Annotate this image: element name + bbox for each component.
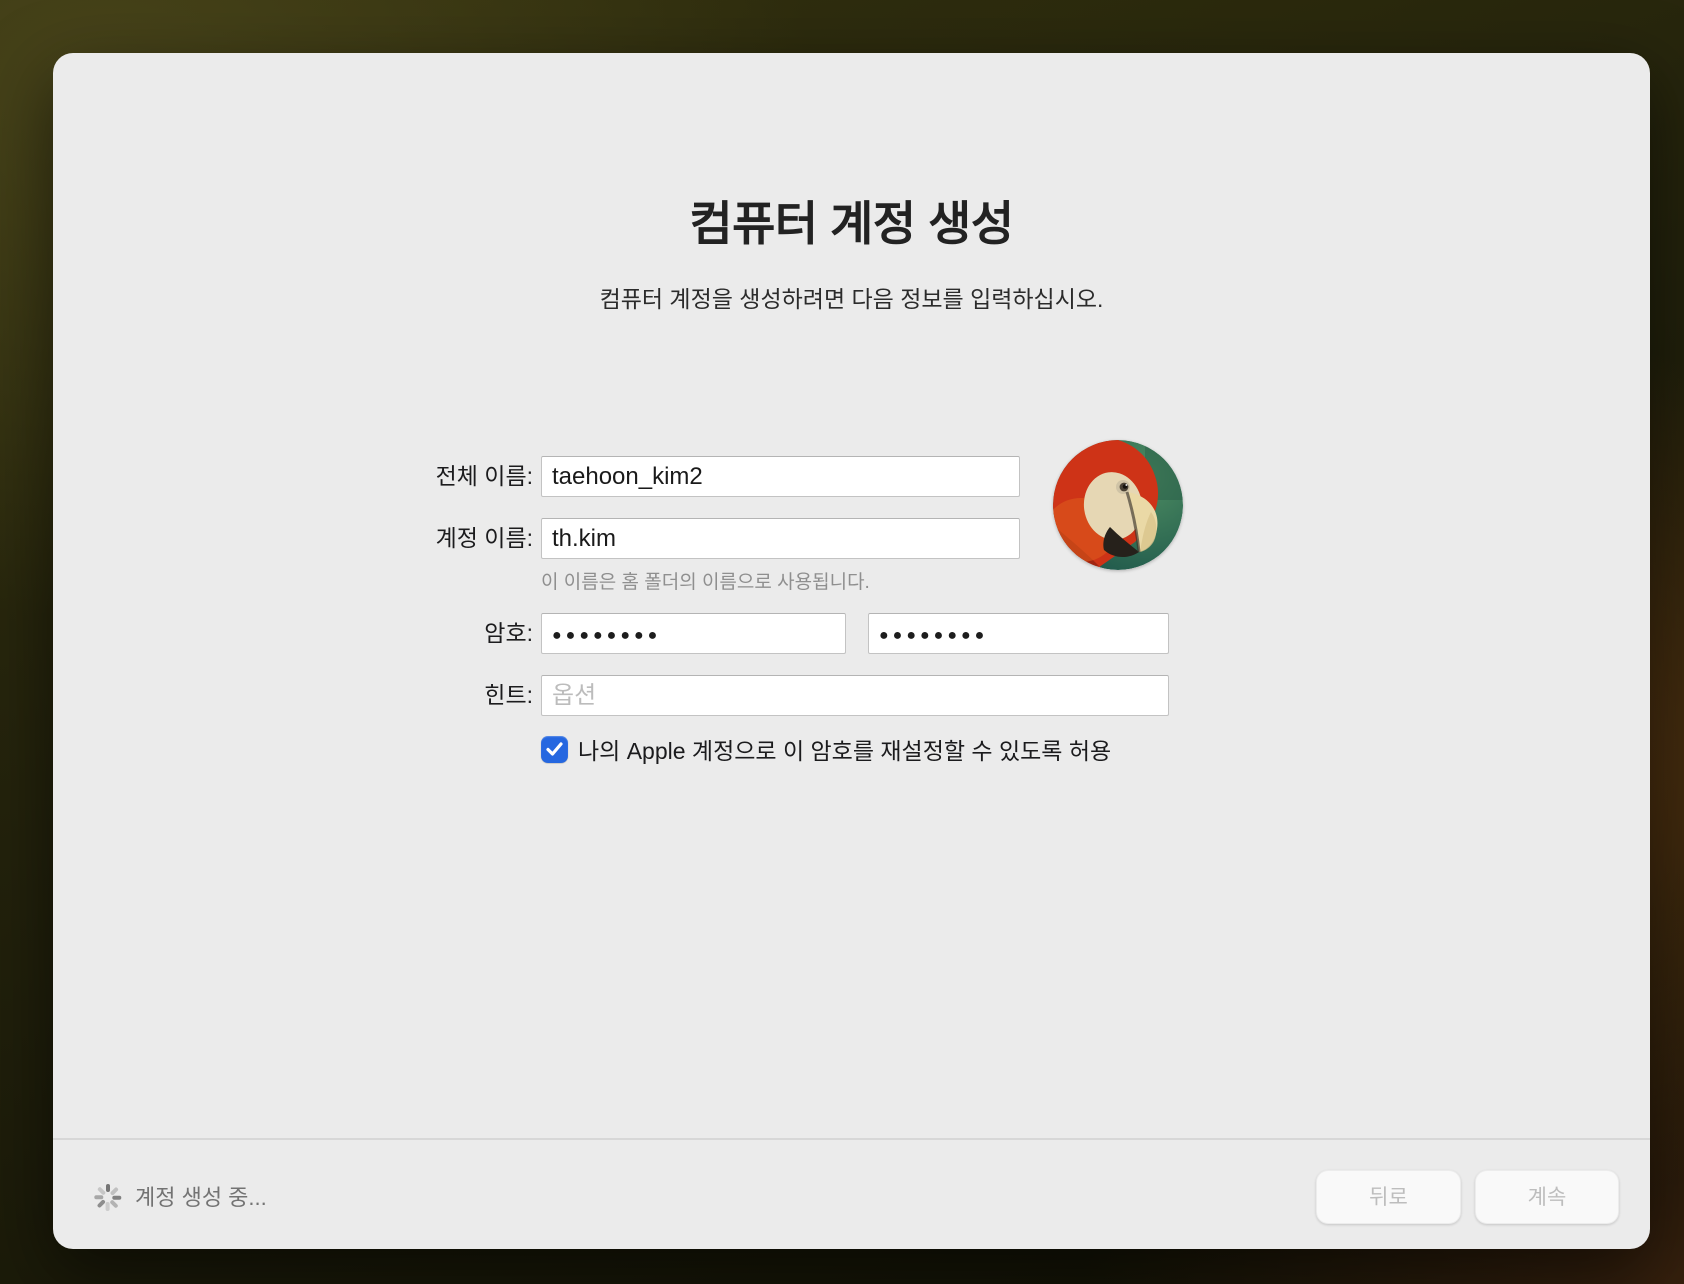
password-label: 암호: [53,613,533,654]
parrot-avatar-image [1053,440,1183,570]
allow-reset-row: 나의 Apple 계정으로 이 암호를 재설정할 수 있도록 허용 [541,732,1111,766]
page-title: 컴퓨터 계정 생성 [53,185,1650,254]
account-name-help: 이 이름은 홈 폴더의 이름으로 사용됩니다. [541,567,870,594]
password-verify-input[interactable] [868,613,1169,654]
continue-button[interactable]: 계속 [1475,1170,1619,1224]
password-input[interactable] [541,613,846,654]
back-button[interactable]: 뒤로 [1316,1170,1461,1224]
setup-assistant-window: 컴퓨터 계정 생성 컴퓨터 계정을 생성하려면 다음 정보를 입력하십시오. 전… [53,53,1650,1249]
full-name-input[interactable] [541,456,1020,497]
account-name-input[interactable] [541,518,1020,559]
footer-divider [53,1138,1650,1140]
account-avatar[interactable] [1053,440,1183,570]
full-name-label: 전체 이름: [53,456,533,497]
allow-reset-label: 나의 Apple 계정으로 이 암호를 재설정할 수 있도록 허용 [578,732,1111,766]
allow-reset-checkbox[interactable] [541,736,568,763]
account-name-label: 계정 이름: [53,518,533,559]
hint-label: 힌트: [53,675,533,716]
hint-input[interactable] [541,675,1169,716]
checkmark-icon [546,742,563,756]
progress-spinner-icon [93,1182,123,1212]
status-text: 계정 생성 중... [135,1184,267,1212]
page-subtitle: 컴퓨터 계정을 생성하려면 다음 정보를 입력하십시오. [53,280,1650,314]
